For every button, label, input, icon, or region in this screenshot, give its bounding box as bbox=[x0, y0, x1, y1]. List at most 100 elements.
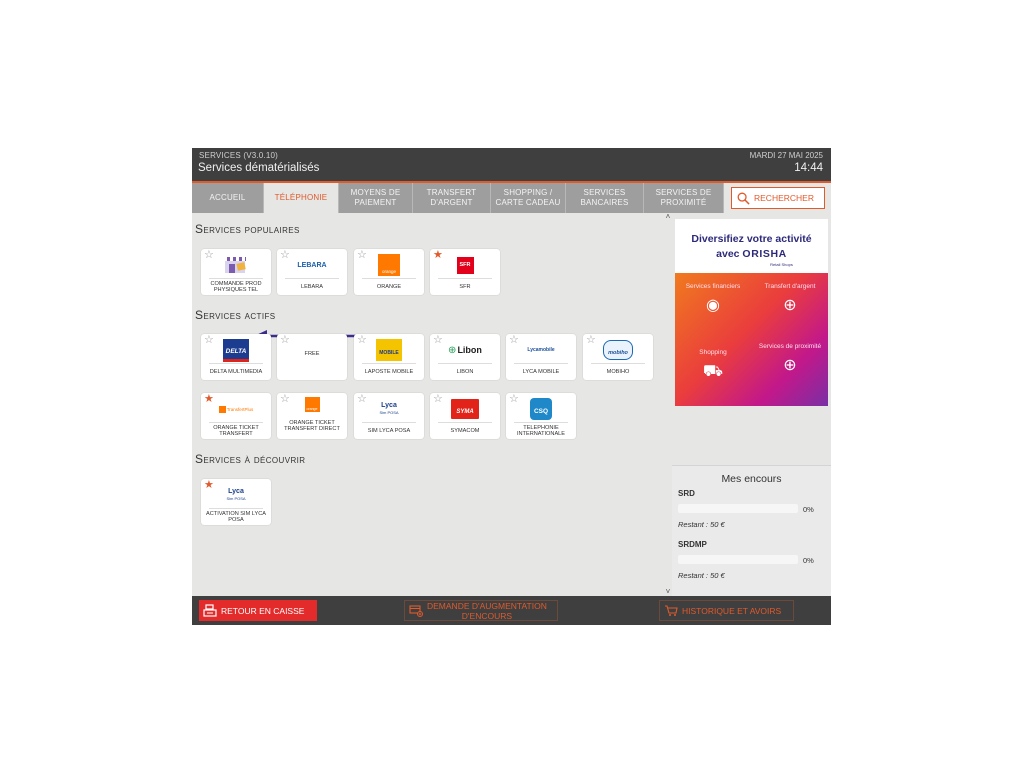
tile-symacom[interactable]: ☆ SYMA SYMACOM bbox=[430, 393, 500, 439]
retour-label: RETOUR EN CAISSE bbox=[221, 605, 305, 616]
tab-services-bancaires[interactable]: Services bancaires bbox=[566, 183, 644, 213]
footer-bar: RETOUR EN CAISSE DEMANDE D'AUGMENTATION … bbox=[192, 596, 831, 625]
encours-srd-restant: Restant : 50 € bbox=[678, 520, 725, 529]
target-hand-icon: ⊕ bbox=[783, 357, 797, 374]
card-add-icon bbox=[405, 604, 427, 617]
tab-transfert-argent[interactable]: Transfert d'argent bbox=[413, 183, 491, 213]
tile-telephonie-internationale[interactable]: ☆ CSQ TELEPHONIE INTERNATIONALE bbox=[506, 393, 576, 439]
encours-srdmp-percent: 0% bbox=[803, 556, 814, 565]
delta-logo: DELTA bbox=[201, 338, 271, 362]
tile-label: SIM LYCA POSA bbox=[367, 427, 411, 434]
historique-label: HISTORIQUE ET AVOIRS bbox=[682, 605, 782, 616]
top-bar: SERVICES (V3.0.10) Services dématérialis… bbox=[192, 148, 831, 181]
tile-label: ACTIVATION SIM LYCA POSA bbox=[206, 510, 266, 524]
tile-label: DELTA MULTIMEDIA bbox=[209, 368, 263, 375]
tab-accueil[interactable]: Accueil bbox=[192, 183, 264, 213]
encours-panel: Mes encours SRD 0% Restant : 50 € SRDMP … bbox=[672, 465, 831, 597]
tile-label: FREE bbox=[304, 350, 320, 357]
tile-label: LAPOSTE MOBILE bbox=[364, 368, 414, 375]
tile-sim-lyca-posa[interactable]: ☆ Lyca Sim POSA SIM LYCA POSA bbox=[354, 393, 424, 439]
tile-label: SFR bbox=[459, 283, 471, 290]
services-content: Services populaires ☆ COMMANDE PROD PHYS… bbox=[192, 213, 664, 596]
encours-title: Mes encours bbox=[721, 473, 782, 485]
content-scrollbar[interactable]: ˄ ˅ bbox=[664, 213, 672, 596]
tile-label: ORANGE TICKET TRANSFERT bbox=[213, 424, 259, 438]
cart-history-icon bbox=[660, 604, 682, 617]
tile-label: SYMACOM bbox=[450, 427, 480, 434]
symacom-logo: SYMA bbox=[430, 397, 500, 421]
promo-services-financiers: Services financiers ◉ bbox=[675, 283, 751, 315]
cash-register-icon bbox=[199, 604, 221, 617]
tile-orange-ticket-transfert[interactable]: ★ TransfertPlus ORANGE TICKET TRANSFERT bbox=[201, 393, 271, 439]
csq-logo: CSQ bbox=[506, 397, 576, 421]
page-title: Services dématérialisés bbox=[198, 162, 320, 174]
scroll-up-icon[interactable]: ˄ bbox=[664, 213, 672, 221]
encours-srd-bar bbox=[678, 504, 798, 513]
tile-label: MOBIHO bbox=[606, 368, 630, 375]
globe-icon: ⊕ bbox=[783, 297, 797, 314]
lyca-logo: Lyca Sim POSA bbox=[379, 402, 399, 415]
section-title-active: Services actifs bbox=[195, 308, 276, 322]
tab-shopping-carte-cadeau[interactable]: Shopping / Carte cadeau bbox=[491, 183, 566, 213]
libon-logo: ⊕ Libon bbox=[448, 344, 482, 356]
promo-shopping: Shopping ⛟ bbox=[675, 349, 751, 381]
search-icon bbox=[732, 192, 754, 205]
orisha-promo-banner[interactable]: Diversifiez votre activité avec ORISHA R… bbox=[675, 219, 828, 406]
scroll-down-icon[interactable]: ˅ bbox=[664, 588, 672, 596]
search-button[interactable]: RECHERCHER bbox=[731, 187, 825, 209]
tile-label: ORANGE TICKET TRANSFERT DIRECT bbox=[284, 419, 340, 433]
tile-mobiho[interactable]: ☆ mobiho MOBIHO bbox=[583, 334, 653, 380]
transfertplus-logo: TransfertPlus bbox=[201, 397, 271, 421]
lycamobile-logo: Lycamobile bbox=[527, 347, 555, 353]
tile-label: COMMANDE PROD PHYSIQUES TEL bbox=[210, 280, 262, 294]
promo-title: Diversifiez votre activité avec ORISHA R… bbox=[691, 233, 812, 267]
promo-services-proximite: Services de proximité ⊕ bbox=[752, 343, 828, 375]
right-panel: Diversifiez votre activité avec ORISHA R… bbox=[672, 213, 831, 597]
tile-label: LYCA MOBILE bbox=[522, 368, 560, 375]
lebara-logo: LEBARA bbox=[297, 261, 327, 269]
orisha-logo: ORISHA bbox=[742, 248, 787, 260]
current-time: 14:44 bbox=[794, 162, 823, 174]
tile-sfr[interactable]: ★ SFR SFR bbox=[430, 249, 500, 295]
tile-commande-prod[interactable]: ☆ COMMANDE PROD PHYSIQUES TEL bbox=[201, 249, 271, 295]
demande-augmentation-encours-button[interactable]: DEMANDE D'AUGMENTATION D'ENCOURS bbox=[404, 600, 558, 621]
coin-hand-icon: ◉ bbox=[706, 297, 720, 314]
tile-activation-sim-lyca-posa[interactable]: ★ Lyca Sim POSA ACTIVATION SIM LYCA POSA bbox=[201, 479, 271, 525]
promo-gradient: Services financiers ◉ Transfert d'argent… bbox=[675, 273, 828, 406]
promo-transfert-argent: Transfert d'argent ⊕ bbox=[752, 283, 828, 315]
lyca-logo: Lyca Sim POSA bbox=[226, 488, 246, 501]
tab-moyens-de-paiement[interactable]: Moyens de paiement bbox=[339, 183, 413, 213]
shop-icon bbox=[201, 253, 271, 277]
tab-services-de-proximite[interactable]: Services de proximité bbox=[644, 183, 724, 213]
tile-libon[interactable]: ☆ ⊕ Libon LIBON bbox=[430, 334, 500, 380]
current-date: MARDI 27 MAI 2025 bbox=[749, 151, 823, 160]
tile-orange[interactable]: ☆ orange ORANGE bbox=[354, 249, 424, 295]
encours-srd-label: SRD bbox=[678, 489, 695, 498]
cart-icon: ⛟ bbox=[702, 363, 724, 380]
tile-laposte-mobile[interactable]: ☆ MOBILE LAPOSTE MOBILE bbox=[354, 334, 424, 380]
laposte-mobile-logo: MOBILE bbox=[354, 338, 424, 362]
tab-telephonie[interactable]: Téléphonie bbox=[264, 183, 339, 213]
orange-logo: orange bbox=[354, 253, 424, 277]
encours-srdmp-restant: Restant : 50 € bbox=[678, 571, 725, 580]
encours-srdmp-bar bbox=[678, 555, 798, 564]
tile-delta-multimedia[interactable]: ☆ DELTA DELTA MULTIMEDIA bbox=[201, 334, 271, 380]
tile-lebara[interactable]: ☆ LEBARA LEBARA bbox=[277, 249, 347, 295]
tile-orange-ticket-transfert-direct[interactable]: ☆ orange ORANGE TICKET TRANSFERT DIRECT bbox=[277, 393, 347, 439]
tile-label: ORANGE bbox=[376, 283, 402, 290]
tile-label: TELEPHONIE INTERNATIONALE bbox=[516, 424, 566, 438]
app-window: SERVICES (V3.0.10) Services dématérialis… bbox=[192, 148, 831, 625]
orange-logo: orange bbox=[277, 396, 347, 412]
category-tabs: Accueil Téléphonie Moyens de paiement Tr… bbox=[192, 183, 831, 213]
retour-en-caisse-button[interactable]: RETOUR EN CAISSE bbox=[199, 600, 317, 621]
tile-lyca-mobile[interactable]: ☆ Lycamobile LYCA MOBILE bbox=[506, 334, 576, 380]
section-title-popular: Services populaires bbox=[195, 222, 300, 236]
app-version: SERVICES (V3.0.10) bbox=[199, 151, 279, 160]
tile-free[interactable]: ☆ FREE bbox=[277, 334, 347, 380]
historique-avoirs-button[interactable]: HISTORIQUE ET AVOIRS bbox=[659, 600, 794, 621]
search-label: RECHERCHER bbox=[754, 193, 814, 203]
sfr-logo: SFR bbox=[430, 253, 500, 277]
encours-srd-percent: 0% bbox=[803, 505, 814, 514]
section-title-discover: Services à découvrir bbox=[195, 452, 306, 466]
mobiho-logo: mobiho bbox=[583, 338, 653, 362]
